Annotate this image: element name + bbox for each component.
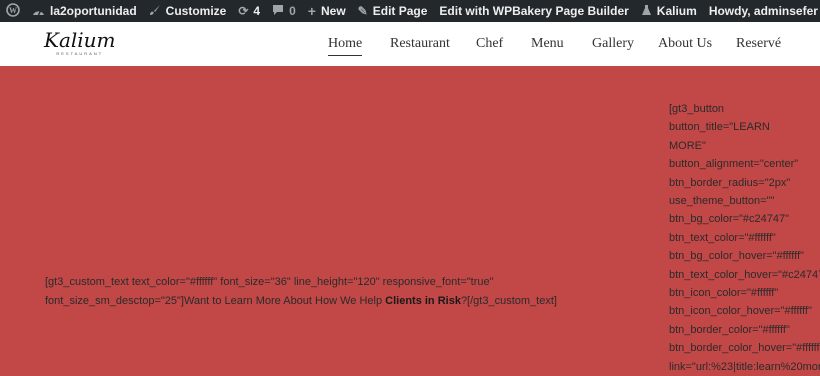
comment-icon (272, 4, 284, 19)
updates-link[interactable]: ⟳ 4 (232, 0, 266, 22)
nav-item-home[interactable]: Home (328, 36, 363, 56)
admin-bar: W la2oportunidad Customize ⟳ 4 0 + New ✎… (0, 0, 820, 22)
custom-text-post: ?[/gt3_custom_text] (460, 295, 557, 307)
shortcode-line: link="url:%23|title:learn%20more|" (669, 360, 820, 373)
plus-icon: + (307, 3, 316, 19)
wp-logo-menu[interactable]: W (0, 0, 26, 22)
comments-count: 0 (289, 4, 296, 18)
comments-link[interactable]: 0 (266, 0, 302, 22)
nav-item-gallery[interactable]: Gallery (592, 36, 634, 52)
shortcode-line: btn_text_color_hover="#c24747" (669, 268, 820, 281)
shortcode-line: btn_icon_color="#ffffff" (669, 287, 779, 300)
updates-count: 4 (253, 4, 261, 18)
edit-page-label: Edit Page (372, 4, 428, 18)
shortcode-line: button_title="LEARN (669, 121, 770, 134)
wpbakery-link[interactable]: Edit with WPBakery Page Builder (433, 0, 634, 22)
shortcode-line: button_alignment="center" (669, 158, 799, 171)
custom-text-pre: font_size_sm_desctop="25"]Want to Learn … (45, 295, 386, 307)
custom-text-bold: Clients in Risk (385, 295, 461, 307)
shortcode-line: MORE" (669, 139, 706, 152)
custom-text-line-2: font_size_sm_desctop="25"]Want to Learn … (45, 292, 605, 311)
nav-item-menu[interactable]: Menu (531, 36, 564, 52)
shortcode-line: btn_border_color_hover="#ffffff" (669, 342, 820, 355)
site-header: Kalium RESTAURANT Home Restaurant Chef M… (0, 22, 820, 66)
theme-label: Kalium (656, 4, 697, 18)
customize-label: Customize (165, 4, 227, 18)
shortcode-line: use_theme_button="" (669, 195, 775, 208)
nav-item-restaurant[interactable]: Restaurant (390, 36, 450, 52)
shortcode-line: btn_bg_color_hover="#ffffff" (669, 250, 804, 263)
customize-link[interactable]: Customize (143, 0, 233, 22)
howdy-label: Howdy, adminsefer (708, 4, 818, 18)
theme-menu[interactable]: Kalium (635, 0, 703, 22)
nav-item-about-us[interactable]: About Us (658, 36, 712, 52)
brush-icon (149, 4, 161, 19)
shortcode-line: btn_bg_color="#c24747" (669, 213, 790, 226)
wordpress-icon: W (6, 2, 20, 20)
custom-text-line-1: [gt3_custom_text text_color="#ffffff" fo… (45, 276, 494, 288)
dashboard-icon (32, 4, 45, 19)
nav-item-chef[interactable]: Chef (476, 36, 503, 52)
content-section: [gt3_custom_text text_color="#ffffff" fo… (0, 66, 820, 373)
wpbakery-label: Edit with WPBakery Page Builder (439, 4, 629, 18)
edit-page-link[interactable]: ✎ Edit Page (352, 0, 434, 22)
refresh-icon: ⟳ (238, 4, 249, 18)
logo-text: Kalium (44, 28, 116, 52)
site-name: la2oportunidad (50, 4, 137, 18)
new-content-menu[interactable]: + New (302, 0, 352, 22)
shortcode-line: btn_border_radius="2px" (669, 176, 791, 189)
new-label: New (320, 4, 346, 18)
shortcode-line: btn_text_color="#ffffff" (669, 231, 776, 244)
custom-text-shortcode: [gt3_custom_text text_color="#ffffff" fo… (45, 273, 605, 311)
flask-icon (641, 4, 652, 19)
nav-item-reserve[interactable]: Reservé (736, 36, 781, 52)
pencil-icon: ✎ (357, 4, 368, 18)
my-account-menu[interactable]: Howdy, adminsefer (703, 0, 820, 22)
button-shortcode: [gt3_button button_title="LEARN MORE" bu… (669, 100, 820, 376)
shortcode-line: btn_icon_color_hover="#ffffff" (669, 305, 812, 318)
site-logo[interactable]: Kalium RESTAURANT (44, 30, 116, 56)
site-name-menu[interactable]: la2oportunidad (26, 0, 143, 22)
svg-text:W: W (9, 6, 17, 15)
shortcode-line: [gt3_button (669, 103, 725, 115)
shortcode-line: btn_border_color="#ffffff" (669, 323, 790, 336)
